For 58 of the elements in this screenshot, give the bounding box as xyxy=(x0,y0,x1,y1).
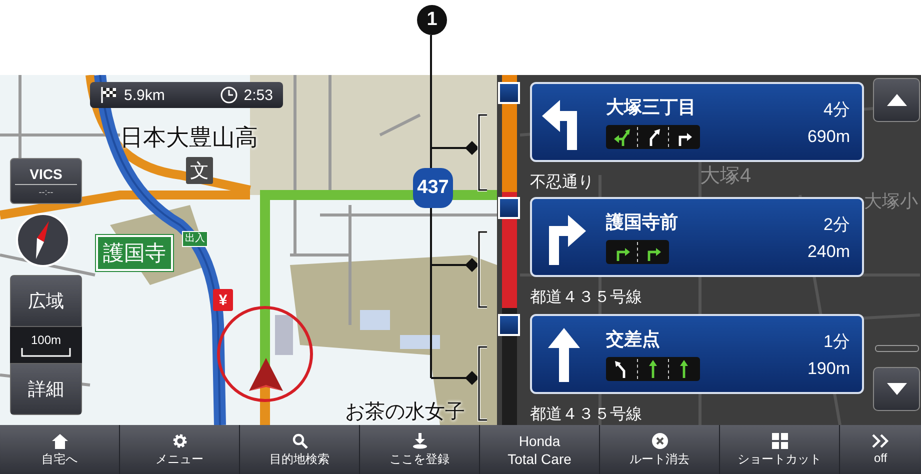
time-to-point: 4分 xyxy=(824,98,850,120)
guidance-card[interactable]: 交差点 1分 190m xyxy=(530,314,864,394)
road-name: 都道４３５号線 xyxy=(530,404,642,425)
nav-bar-button[interactable]: off xyxy=(840,425,921,474)
scroll-down-button[interactable] xyxy=(873,367,920,411)
home-icon xyxy=(52,434,68,448)
map-label: 大塚4 xyxy=(700,164,752,189)
map-label: お茶の水女子 xyxy=(345,400,465,424)
intersection-name: 大塚三丁目 xyxy=(606,96,697,119)
nav-bar-button[interactable]: ここを登録 xyxy=(360,425,480,474)
remaining-time: 2:53 xyxy=(244,86,273,104)
zoom-out-button[interactable]: 広域 xyxy=(10,275,82,327)
nav-bar-button[interactable]: 自宅へ xyxy=(0,425,120,474)
position-arrow-icon xyxy=(248,358,284,392)
road-name: 不忍通り xyxy=(530,172,594,193)
school-mark: 文 xyxy=(186,157,213,184)
vics-button[interactable]: VICS --:-- xyxy=(10,158,82,204)
intersection-name: 交差点 xyxy=(606,328,661,351)
guidance-point-marker xyxy=(498,197,520,219)
interchange-tag: 出入 xyxy=(182,231,208,247)
guidance-point-marker xyxy=(498,82,520,104)
distance-to-point: 240m xyxy=(807,242,850,262)
scale-label: 100m xyxy=(30,333,62,347)
bank-mark: ¥ xyxy=(213,289,233,311)
settings-icon xyxy=(172,433,188,449)
road-name: 都道４３５号線 xyxy=(530,288,642,308)
grid-icon xyxy=(772,433,788,449)
close-circle-icon xyxy=(652,433,668,449)
nav-bar-button[interactable]: 目的地検索 xyxy=(240,425,360,474)
distance-to-point: 690m xyxy=(807,126,850,146)
nav-bar-button[interactable]: Honda Total Care xyxy=(480,425,600,474)
zoom-in-button[interactable]: 詳細 xyxy=(10,363,82,415)
nav-bar-button[interactable]: ショートカット xyxy=(720,425,840,474)
guidance-card[interactable]: 護国寺前 2分 240m xyxy=(530,197,864,277)
map-label: 日本大豊山高 xyxy=(120,123,258,152)
scroll-indicator xyxy=(875,345,919,352)
nav-bar-button[interactable]: ルート消去 xyxy=(600,425,720,474)
search-icon xyxy=(292,433,308,449)
guidance-point-marker xyxy=(498,314,520,336)
download-icon xyxy=(412,433,428,449)
guidance-card[interactable]: 大塚三丁目 4分 690m xyxy=(530,82,864,162)
time-to-point: 1分 xyxy=(824,330,850,352)
scale-bar-icon xyxy=(21,348,71,357)
scroll-up-button[interactable] xyxy=(873,78,920,122)
intersection-name: 護国寺前 xyxy=(606,211,679,234)
clock-icon xyxy=(220,86,238,104)
time-to-point: 2分 xyxy=(824,214,850,236)
map-label: 大塚小 xyxy=(864,190,918,213)
down-triangle-icon xyxy=(886,383,906,395)
remaining-distance: 5.9km xyxy=(124,86,165,104)
double-chevron-icon xyxy=(872,434,890,448)
nav-bar-button[interactable]: メニュー xyxy=(120,425,240,474)
distance-to-point: 190m xyxy=(807,358,850,378)
interchange-sign: 護国寺 xyxy=(96,235,173,271)
checkered-flag-icon xyxy=(100,86,118,104)
callout-number: 1 xyxy=(417,5,447,35)
route-shield: 437 xyxy=(413,168,453,208)
up-triangle-icon xyxy=(886,94,906,106)
